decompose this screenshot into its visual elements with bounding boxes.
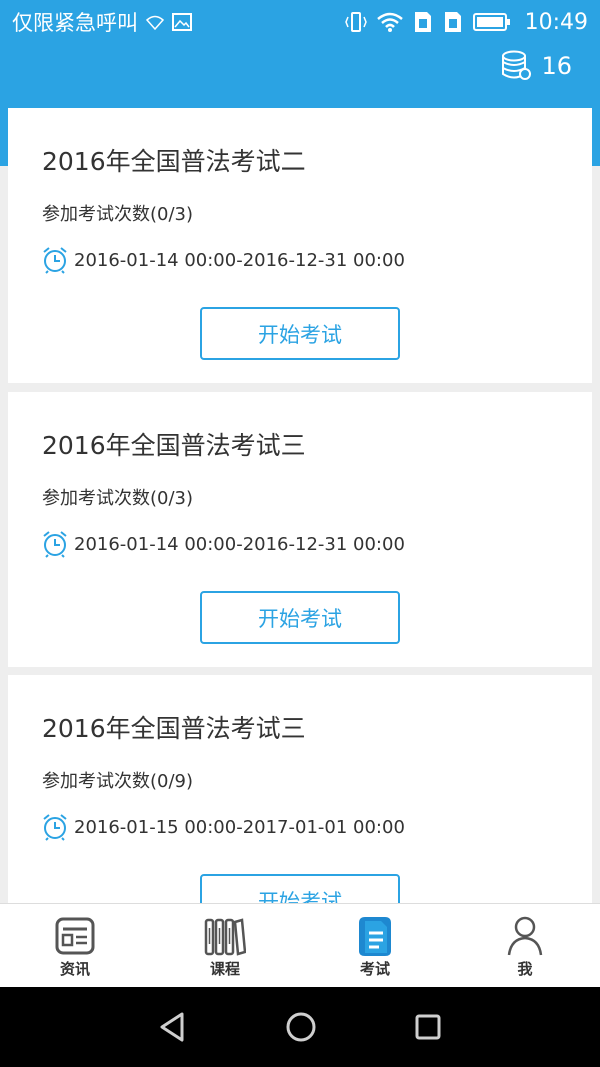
tab-me[interactable]: 我 xyxy=(450,904,600,987)
sim-card-icon xyxy=(413,11,433,33)
tab-exam[interactable]: 考试 xyxy=(300,904,450,987)
sim-card-icon-2 xyxy=(443,11,463,33)
status-bar: 仅限紧急呼叫 10:49 xyxy=(0,0,600,44)
exam-list[interactable]: 2016年全国普法考试二 参加考试次数(0/3) 2016-01-14 00:0… xyxy=(8,108,592,903)
news-icon xyxy=(55,914,95,958)
coin-count: 16 xyxy=(541,52,572,80)
tab-courses[interactable]: 课程 xyxy=(150,904,300,987)
recent-apps-icon[interactable] xyxy=(414,1013,442,1041)
exam-time-range: 2016-01-14 00:00-2016-12-31 00:00 xyxy=(74,533,405,555)
exam-time-row: 2016-01-14 00:00-2016-12-31 00:00 xyxy=(42,530,405,558)
wifi-icon xyxy=(376,12,403,32)
vibrate-icon xyxy=(344,11,367,33)
tab-label: 考试 xyxy=(359,960,390,978)
start-exam-button[interactable]: 开始考试 xyxy=(200,874,400,903)
bottom-tab-bar: 资讯 课程 考试 我 xyxy=(0,903,600,987)
alarm-clock-icon xyxy=(42,813,68,841)
home-icon[interactable] xyxy=(285,1011,317,1043)
start-exam-button[interactable]: 开始考试 xyxy=(200,591,400,644)
person-icon xyxy=(505,914,545,958)
tab-label: 我 xyxy=(517,960,533,978)
exam-attempts: 参加考试次数(0/3) xyxy=(42,488,194,509)
tab-label: 资讯 xyxy=(59,960,90,978)
wifi-question-icon xyxy=(146,14,164,30)
exam-attempts: 参加考试次数(0/3) xyxy=(42,204,194,225)
back-icon[interactable] xyxy=(158,1011,188,1043)
exam-title: 2016年全国普法考试三 xyxy=(42,714,306,743)
coin-counter[interactable]: 16 xyxy=(501,50,572,82)
image-icon xyxy=(172,13,192,31)
battery-icon xyxy=(472,12,511,32)
carrier-text: 仅限紧急呼叫 xyxy=(12,11,138,35)
exam-time-row: 2016-01-15 00:00-2017-01-01 00:00 xyxy=(42,813,405,841)
exam-title: 2016年全国普法考试二 xyxy=(42,147,306,176)
exam-title: 2016年全国普法考试三 xyxy=(42,431,306,460)
exam-card: 2016年全国普法考试三 参加考试次数(0/3) 2016-01-14 00:0… xyxy=(8,392,592,667)
exam-icon xyxy=(355,914,395,958)
system-nav-bar xyxy=(0,987,600,1067)
exam-time-range: 2016-01-14 00:00-2016-12-31 00:00 xyxy=(74,249,405,271)
coins-stack-icon xyxy=(501,50,532,82)
exam-attempts: 参加考试次数(0/9) xyxy=(42,771,194,792)
exam-time-row: 2016-01-14 00:00-2016-12-31 00:00 xyxy=(42,246,405,274)
alarm-clock-icon xyxy=(42,246,68,274)
clock-time: 10:49 xyxy=(524,9,588,35)
exam-card: 2016年全国普法考试二 参加考试次数(0/3) 2016-01-14 00:0… xyxy=(8,108,592,383)
app-header: 16 xyxy=(0,44,600,108)
tab-news[interactable]: 资讯 xyxy=(0,904,150,987)
alarm-clock-icon xyxy=(42,530,68,558)
books-icon xyxy=(204,914,246,958)
tab-label: 课程 xyxy=(209,960,240,978)
exam-card: 2016年全国普法考试三 参加考试次数(0/9) 2016-01-15 00:0… xyxy=(8,675,592,903)
exam-time-range: 2016-01-15 00:00-2017-01-01 00:00 xyxy=(74,816,405,838)
start-exam-button[interactable]: 开始考试 xyxy=(200,307,400,360)
